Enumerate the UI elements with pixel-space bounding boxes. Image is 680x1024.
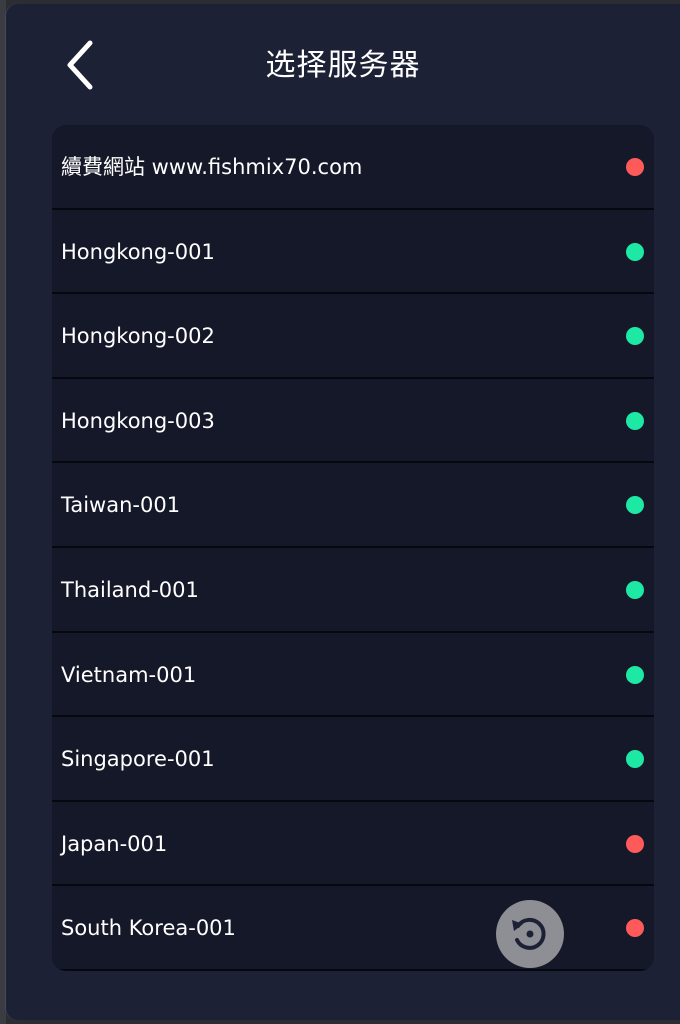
server-name: Vietnam-001 [61,662,197,687]
refresh-icon [512,917,546,950]
status-dot [626,665,644,684]
status-dot [626,496,644,515]
server-row-vietnam-001[interactable]: Vietnam-001 [52,633,654,718]
server-row-thailand-001[interactable]: Thailand-001 [52,548,654,633]
status-dot [626,411,644,430]
status-dot [626,919,644,938]
server-row-renewal-site[interactable]: 續費網站 www.fishmix70.com [52,125,654,210]
server-row-japan-001[interactable]: Japan-001 [52,802,654,887]
server-name: South Korea-001 [61,916,236,941]
status-dot [626,242,644,261]
server-row-singapore-001[interactable]: Singapore-001 [52,717,654,802]
status-dot [626,327,644,346]
server-row-hongkong-002[interactable]: Hongkong-002 [52,294,654,379]
server-name: Hongkong-003 [61,408,215,433]
header: 选择服务器 [6,4,680,128]
server-list: 續費網站 www.fishmix70.com Hongkong-001 Hong… [52,125,654,971]
server-name: Hongkong-002 [61,324,215,349]
status-dot [626,750,644,769]
server-row-hongkong-001[interactable]: Hongkong-001 [52,210,654,295]
server-name: Thailand-001 [61,577,199,602]
server-row-taiwan-001[interactable]: Taiwan-001 [52,463,654,548]
server-name: Hongkong-001 [61,239,215,264]
status-dot [626,580,644,599]
refresh-button[interactable] [496,900,564,968]
server-row-hongkong-003[interactable]: Hongkong-003 [52,379,654,464]
status-dot [626,834,644,853]
server-select-window: 选择服务器 續費網站 www.fishmix70.com Hongkong-00… [6,4,680,1020]
server-name: Japan-001 [61,831,168,856]
server-name: 續費網站 www.fishmix70.com [61,155,363,179]
page-title: 选择服务器 [265,48,421,83]
server-name: Singapore-001 [61,747,215,772]
server-name: Taiwan-001 [61,493,181,518]
status-dot [626,158,644,176]
